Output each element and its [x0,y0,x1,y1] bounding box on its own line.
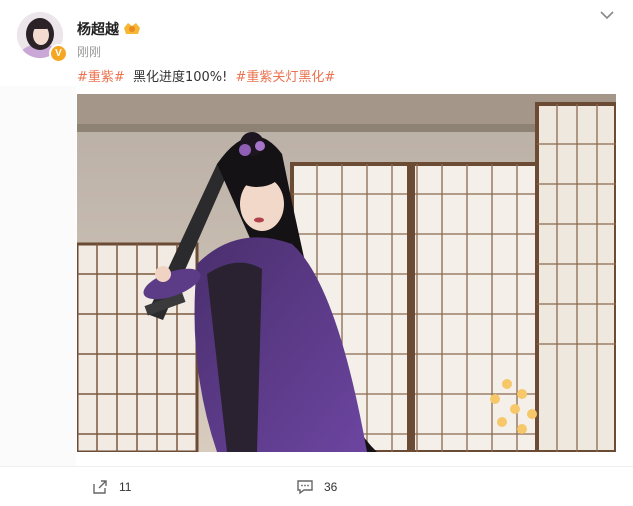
chevron-down-icon[interactable] [598,8,616,22]
hashtag-link[interactable]: #重紫# [77,70,125,85]
repost-icon [93,480,107,494]
verified-badge-icon: V [49,44,68,63]
fan-badge-icon[interactable] [122,20,142,36]
post-body-text: 黑化进度100%! [132,70,228,85]
author-name[interactable]: 杨超越 [77,19,119,39]
comment-count: 36 [324,480,338,494]
left-gutter [0,86,76,466]
hashtag-link[interactable]: #重紫关灯黑化# [235,70,335,85]
post-photo-illustration [77,94,616,452]
post-text: #重紫# 黑化进度100%! #重紫关灯黑化# [77,66,335,85]
post-action-bar: 11 36 [0,467,633,506]
weibo-post-card: V 杨超越 刚刚 #重紫# 黑化进度100%! #重紫关灯黑化# 11 36 [0,0,633,506]
repost-button[interactable]: 11 [91,477,131,497]
comment-icon [297,480,313,495]
post-image[interactable] [77,94,616,452]
repost-count: 11 [119,480,132,494]
comment-button[interactable]: 36 [296,477,337,497]
post-timestamp[interactable]: 刚刚 [77,43,101,60]
